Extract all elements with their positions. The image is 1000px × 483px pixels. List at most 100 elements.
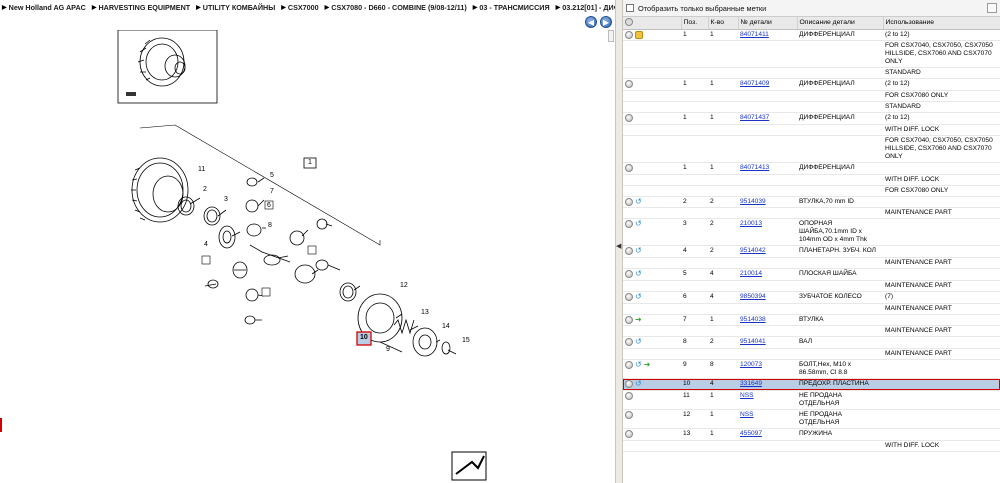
part-number-link[interactable]: 9514042 xyxy=(740,247,766,254)
add-to-cart-icon[interactable] xyxy=(625,410,633,419)
part-number-link[interactable]: NSS xyxy=(740,411,754,418)
add-to-cart-icon[interactable] xyxy=(625,292,633,301)
header-usage[interactable]: Использование xyxy=(883,17,1000,30)
add-to-cart-icon[interactable] xyxy=(625,270,633,278)
table-row[interactable]: ↺ 6 4 9850394 ЗУБЧАТОЕ КОЛЕСО (7) xyxy=(623,290,1000,304)
add-to-cart-icon[interactable] xyxy=(625,220,633,229)
add-to-cart-icon[interactable] xyxy=(625,429,633,438)
breadcrumb-item[interactable]: ▶ HARVESTING EQUIPMENT xyxy=(92,3,190,12)
part-cell[interactable]: 9514039 xyxy=(738,195,797,209)
part-number-link[interactable]: 455097 xyxy=(740,430,762,437)
part-cell[interactable] xyxy=(738,325,797,338)
header-desc[interactable]: Описание детали xyxy=(797,17,884,30)
part-cell[interactable] xyxy=(738,40,797,69)
part-cell[interactable] xyxy=(738,440,797,452)
part-cell[interactable] xyxy=(738,207,797,220)
part-cell[interactable]: 210014 xyxy=(738,268,797,281)
table-row[interactable]: FOR CSX7040, CSX7050, CSX7050 HILLSIDE, … xyxy=(623,40,1000,69)
part-cell[interactable]: 210013 xyxy=(738,218,797,247)
breadcrumb-item[interactable]: ▶ UTILITY КОМБАЙНЫ xyxy=(196,3,275,12)
replacement-icon[interactable]: ↺ xyxy=(635,197,642,206)
info-icon[interactable] xyxy=(635,30,643,39)
part-cell[interactable]: 84071413 xyxy=(738,161,797,175)
table-row[interactable]: ↺ 8 2 9514041 ВАЛ xyxy=(623,336,1000,349)
part-cell[interactable] xyxy=(738,67,797,80)
replacement-icon[interactable]: ↺ xyxy=(635,247,642,255)
gear-icon[interactable] xyxy=(625,17,633,26)
table-row[interactable]: ↺ 5 4 210014 ПЛОСКАЯ ШАЙБА xyxy=(623,268,1000,281)
header-pos[interactable]: Поз. xyxy=(681,17,709,30)
add-to-cart-icon[interactable] xyxy=(625,163,633,172)
part-number-link[interactable]: 84071413 xyxy=(740,164,769,171)
breadcrumb-item[interactable]: ▶ CSX7080 - D660 - COMBINE (9/08-12/11) xyxy=(325,3,467,12)
add-to-cart-icon[interactable] xyxy=(625,391,633,400)
breadcrumb-item[interactable]: ▶03.212[01] - ДИФФЕРЕНЦИАЛ xyxy=(556,3,615,12)
part-cell[interactable]: 9514038 xyxy=(738,313,797,327)
replacement-icon[interactable]: ↺ xyxy=(635,292,642,301)
table-row[interactable]: 1 1 84071409 ДИФФЕРЕНЦИАЛ (2 to 12) xyxy=(623,78,1000,91)
replacement-icon[interactable]: ↺ xyxy=(635,220,642,228)
part-cell[interactable] xyxy=(738,280,797,292)
table-row[interactable]: ↺ 10 4 331649 ПРЕДОХР. ПЛАСТИНА xyxy=(623,378,1000,391)
collapse-arrow-icon[interactable]: ◀ xyxy=(616,242,622,252)
part-cell[interactable] xyxy=(738,174,797,186)
table-row[interactable]: MAINTENANCE PART xyxy=(623,303,1000,315)
table-row[interactable]: FOR CSX7080 ONLY xyxy=(623,90,1000,102)
table-row[interactable]: ↺ ➜ 9 8 120073 БОЛТ,Hex, M10 x 86.58mm, Cl 8.… xyxy=(623,359,1000,379)
part-cell[interactable] xyxy=(738,135,797,163)
add-to-cart-icon[interactable] xyxy=(625,114,633,122)
table-row[interactable]: STANDARD xyxy=(623,101,1000,113)
part-cell[interactable]: NSS xyxy=(738,408,797,429)
part-cell[interactable] xyxy=(738,303,797,315)
show-selected-checkbox[interactable] xyxy=(626,4,634,12)
part-cell[interactable]: 84071411 xyxy=(738,28,797,42)
table-row[interactable]: ↺ 4 2 9514042 ПЛАНЕТАРН. ЗУБЧ. КОЛ xyxy=(623,245,1000,258)
table-row[interactable]: 1 1 84071437 ДИФФЕРЕНЦИАЛ (2 to 12) xyxy=(623,112,1000,125)
substitute-icon[interactable]: ➜ xyxy=(644,361,651,369)
replacement-icon[interactable]: ↺ xyxy=(635,380,642,388)
add-to-cart-icon[interactable] xyxy=(625,380,633,388)
table-row[interactable]: 12 1 NSS НЕ ПРОДАНА ОТДЕЛЬНАЯ xyxy=(623,408,1000,429)
part-cell[interactable]: 84071437 xyxy=(738,112,797,125)
add-to-cart-icon[interactable] xyxy=(625,80,633,89)
table-row[interactable]: 1 1 84071411 ДИФФЕРЕНЦИАЛ (2 to 12) xyxy=(623,28,1000,42)
part-cell[interactable] xyxy=(738,124,797,136)
part-number-link[interactable]: NSS xyxy=(740,392,754,399)
part-cell[interactable] xyxy=(738,90,797,102)
part-cell[interactable] xyxy=(738,257,797,269)
table-row[interactable]: MAINTENANCE PART xyxy=(623,257,1000,269)
header-qty[interactable]: К-во xyxy=(708,17,739,30)
add-to-cart-icon[interactable] xyxy=(625,197,633,206)
part-number-link[interactable]: 84071437 xyxy=(740,114,769,121)
table-row[interactable]: 1 1 84071413 ДИФФЕРЕНЦИАЛ xyxy=(623,161,1000,175)
forward-button[interactable]: ▶ xyxy=(600,16,612,28)
part-cell[interactable]: 331649 xyxy=(738,378,797,391)
table-row[interactable]: MAINTENANCE PART xyxy=(623,280,1000,292)
substitute-icon[interactable]: ➜ xyxy=(635,315,642,324)
table-row[interactable]: WITH DIFF. LOCK xyxy=(623,124,1000,136)
part-cell[interactable]: NSS xyxy=(738,389,797,410)
part-cell[interactable]: 9514042 xyxy=(738,245,797,258)
part-number-link[interactable]: 84071411 xyxy=(740,31,769,38)
table-row[interactable]: FOR CSX7040, CSX7050, CSX7050 HILLSIDE, … xyxy=(623,135,1000,163)
part-cell[interactable]: 84071409 xyxy=(738,78,797,91)
part-number-link[interactable]: 210013 xyxy=(740,220,762,227)
add-to-cart-icon[interactable] xyxy=(625,361,633,369)
back-button[interactable]: ◀ xyxy=(585,16,597,28)
part-number-link[interactable]: 9850394 xyxy=(740,293,766,300)
add-to-cart-icon[interactable] xyxy=(625,30,633,39)
part-cell[interactable]: 455097 xyxy=(738,427,797,441)
replacement-icon[interactable]: ↺ xyxy=(635,270,642,278)
part-cell[interactable]: 9850394 xyxy=(738,290,797,304)
breadcrumb-item[interactable]: ▶ 03 - ТРАНСМИССИЯ xyxy=(473,3,550,12)
table-row[interactable]: 11 1 NSS НЕ ПРОДАНА ОТДЕЛЬНАЯ xyxy=(623,389,1000,410)
table-row[interactable]: WITH DIFF. LOCK xyxy=(623,174,1000,186)
breadcrumb-item[interactable]: ▶ New Holland AG APAC xyxy=(2,3,86,12)
part-cell[interactable] xyxy=(738,348,797,360)
table-row[interactable]: ↺ 2 2 9514039 ВТУЛКА,70 mm ID xyxy=(623,195,1000,209)
table-row[interactable]: MAINTENANCE PART xyxy=(623,348,1000,360)
part-number-link[interactable]: 9514038 xyxy=(740,316,766,323)
table-row[interactable]: 13 1 455097 ПРУЖИНА xyxy=(623,427,1000,441)
replacement-icon[interactable]: ↺ xyxy=(635,361,642,369)
table-row[interactable]: ↺ 3 2 210013 ОПОРНАЯ ШАЙБА,70.1mm ID x 104mm… xyxy=(623,218,1000,247)
